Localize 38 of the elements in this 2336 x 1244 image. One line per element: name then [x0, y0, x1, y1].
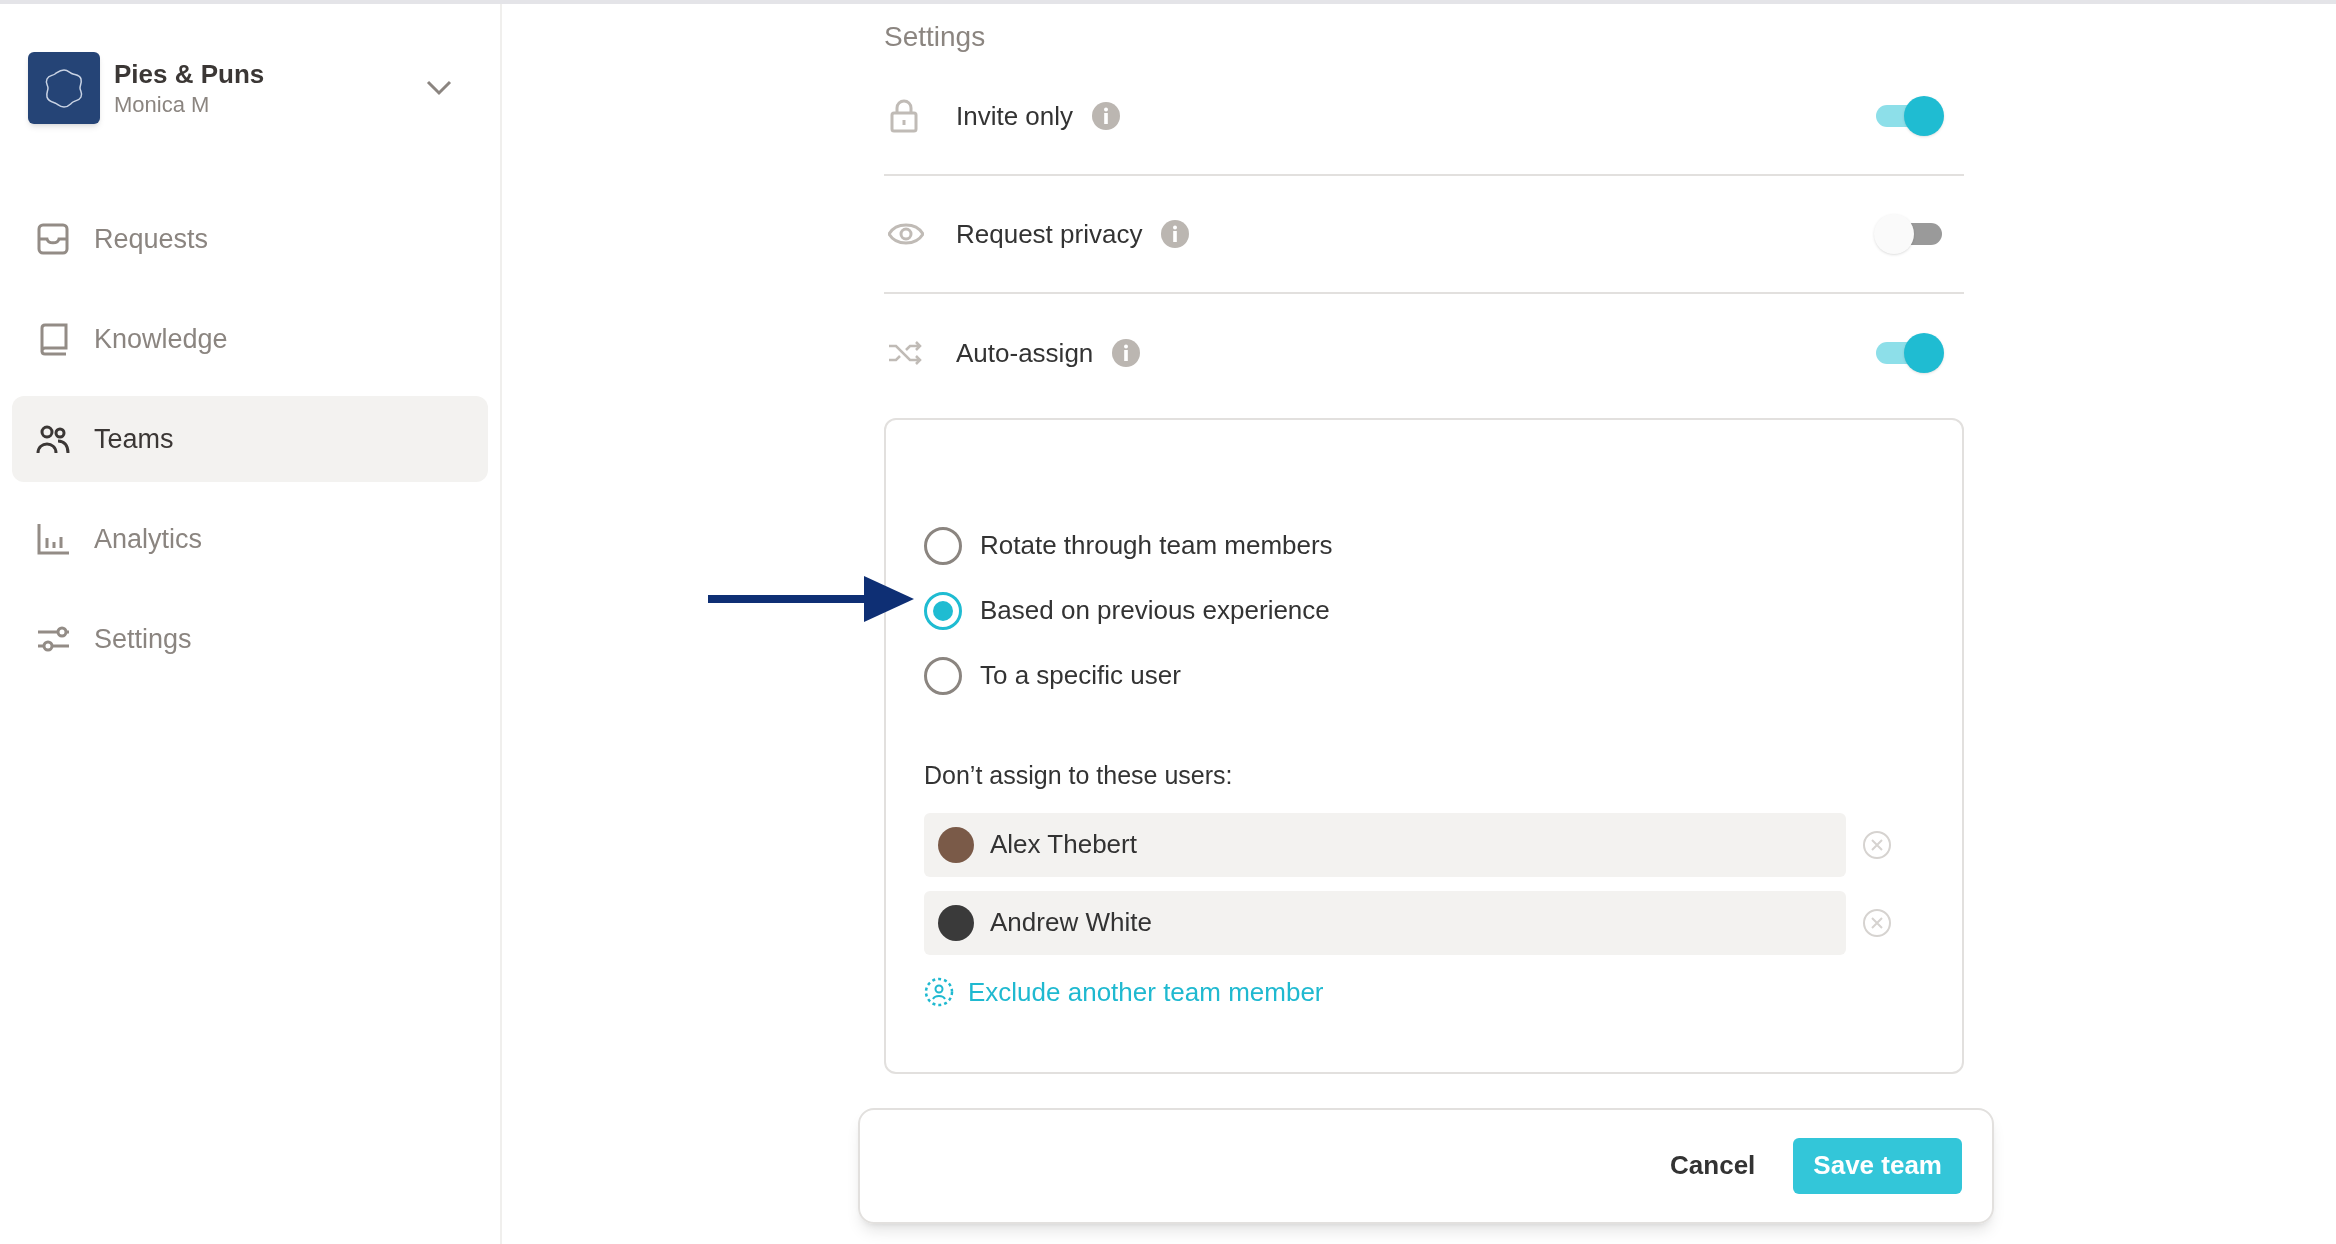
- setting-label: Request privacy: [956, 217, 1143, 251]
- nav-item[interactable]: Knowledge: [12, 296, 488, 382]
- remove-icon[interactable]: [1862, 907, 1892, 938]
- user-name: Monica M: [114, 90, 211, 118]
- exclude-member-link[interactable]: Exclude another team member: [924, 972, 1924, 1012]
- add-user-icon: [924, 977, 954, 1007]
- avatar-placeholder: [938, 904, 974, 941]
- workspace-name: Pies & Puns: [114, 58, 266, 91]
- info-icon: [1091, 101, 1122, 131]
- section-title: Settings: [884, 20, 987, 54]
- toggle-switch[interactable]: [1874, 333, 1944, 373]
- nav-item[interactable]: Requests: [12, 196, 488, 282]
- toggle-switch[interactable]: [1874, 214, 1944, 254]
- option-label: To a specific user: [980, 659, 1181, 692]
- workspace-logo-icon: [28, 52, 100, 124]
- nav-item[interactable]: Teams: [12, 396, 488, 482]
- cancel-button[interactable]: Cancel: [1670, 1146, 1756, 1185]
- option-label: Based on previous experience: [980, 594, 1330, 627]
- remove-icon[interactable]: [1862, 829, 1892, 860]
- setting-label: Auto-assign: [956, 336, 1094, 370]
- avatar-placeholder: [938, 826, 974, 863]
- setting-label: Invite only: [956, 99, 1074, 133]
- info-icon: [1111, 338, 1142, 368]
- radio-button[interactable]: [924, 526, 962, 565]
- save-button[interactable]: Save team: [1793, 1137, 1962, 1194]
- radio-button[interactable]: [924, 591, 962, 630]
- inbox-icon: [36, 222, 72, 256]
- chevron-down-icon[interactable]: [426, 80, 452, 96]
- nav-item[interactable]: Settings: [12, 596, 488, 682]
- exclude-label: Don’t assign to these users:: [924, 760, 1234, 791]
- radio-button[interactable]: [924, 656, 962, 695]
- bar-chart-icon: [36, 522, 72, 556]
- toggle-switch[interactable]: [1874, 96, 1944, 136]
- nav-item[interactable]: Analytics: [12, 496, 488, 582]
- info-icon: [1160, 219, 1191, 249]
- user-name: Andrew White: [990, 906, 1152, 939]
- option-label: Rotate through team members: [980, 529, 1333, 562]
- user-name: Alex Thebert: [990, 828, 1137, 861]
